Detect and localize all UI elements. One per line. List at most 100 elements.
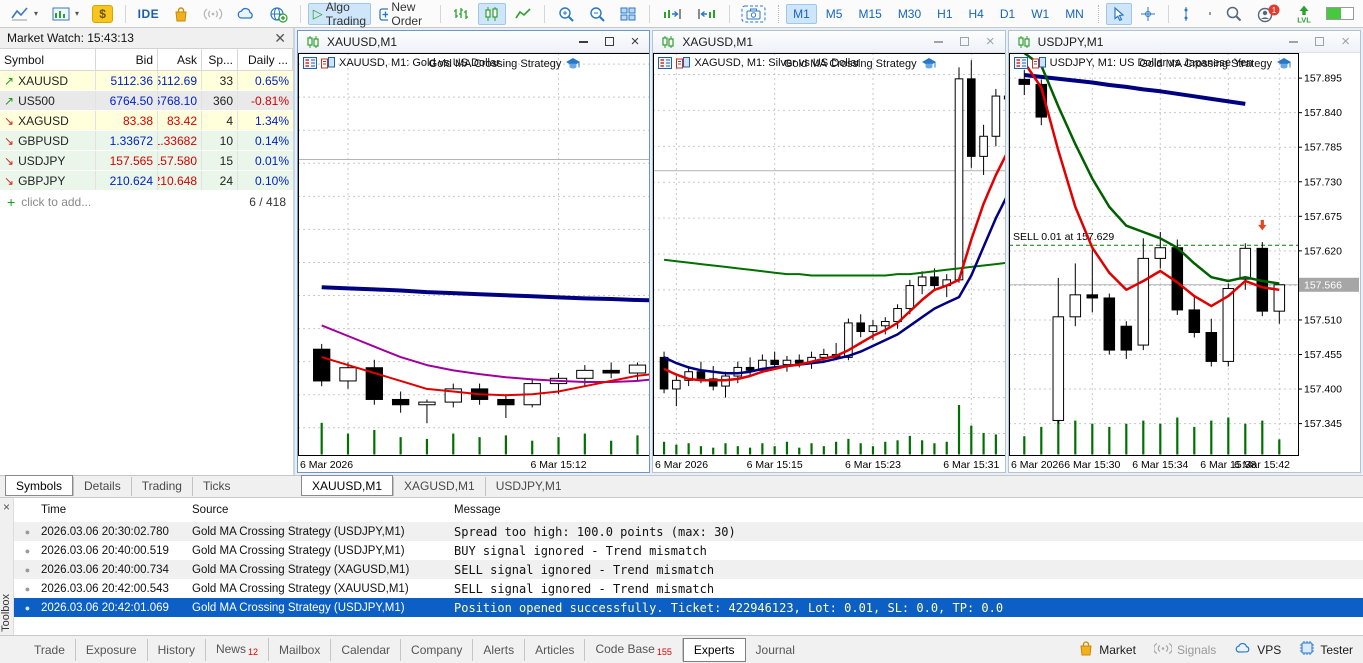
maximize-icon[interactable] [604, 37, 614, 46]
timeframe-m1[interactable]: M1 [786, 3, 817, 24]
chart-window-titlebar[interactable]: XAGUSD,M1 × [653, 31, 1005, 53]
algo-trading-button[interactable]: ▷ Algo Trading [307, 0, 372, 28]
column-header-source[interactable]: Source [192, 504, 454, 516]
payments-button[interactable]: $ [87, 3, 118, 25]
tab-ticks[interactable]: Ticks [191, 477, 241, 496]
market-watch-row-gbpusd[interactable]: ↘GBPUSD1.336721.33682100.14% [0, 131, 293, 151]
close-icon[interactable]: × [1341, 34, 1350, 49]
timeframe-mn[interactable]: MN [1058, 4, 1091, 24]
bottom-tab-code-base[interactable]: Code Base 155 [585, 638, 683, 661]
add-symbol-row[interactable]: + click to add... 6 / 418 [0, 191, 293, 212]
screenshot-button[interactable] [736, 3, 771, 25]
candlestick-mode-button[interactable] [478, 2, 507, 25]
auto-scroll-button[interactable] [691, 3, 722, 25]
status-tester[interactable]: Tester [1299, 640, 1353, 659]
bottom-tab-calendar[interactable]: Calendar [331, 638, 402, 661]
cloud-button[interactable] [231, 3, 261, 25]
market-watch-row-gbpjpy[interactable]: ↘GBPJPY210.624210.648240.10% [0, 171, 293, 191]
log-row[interactable]: ● 2026.03.06 20:30:02.780 Gold MA Crossing… [14, 522, 1363, 541]
log-row[interactable]: ● 2026.03.06 20:40:00.519 Gold MA Crossing… [14, 541, 1363, 560]
bottom-tab-articles[interactable]: Articles [525, 638, 586, 661]
log-row[interactable]: ● 2026.03.06 20:42:01.069 Gold MA Crossing… [14, 598, 1363, 617]
status-market[interactable]: Market [1078, 640, 1136, 659]
market-watch-row-xagusd[interactable]: ↘ XAGUSD 83.38 83.42 4 1.34% [0, 111, 293, 131]
line-chart-mode-button[interactable] [509, 3, 537, 25]
shift-end-button[interactable] [657, 3, 688, 25]
svg-text:157.510: 157.510 [1304, 314, 1342, 326]
tile-windows-icon [620, 7, 636, 20]
log-row[interactable]: ● 2026.03.06 20:40:00.734 Gold MA Crossing… [14, 560, 1363, 579]
column-header-symbol[interactable]: Symbol [0, 49, 96, 70]
status-vps[interactable]: VPS [1234, 641, 1281, 658]
chart-tab-xagusd-m1[interactable]: XAGUSD,M1 [393, 477, 485, 496]
zoom-in-button[interactable] [552, 3, 580, 25]
chart-window-titlebar[interactable]: XAUUSD,M1 × [298, 31, 650, 53]
tile-windows-button[interactable] [614, 3, 642, 25]
new-order-button[interactable]: New Order [374, 0, 433, 28]
close-icon[interactable]: × [631, 34, 640, 49]
bottom-tab-journal[interactable]: Journal [746, 639, 805, 661]
close-icon[interactable]: × [0, 501, 13, 513]
market-watch-row-xauusd[interactable]: ↗ XAUUSD 5112.36 5112.69 33 0.65% [0, 71, 293, 91]
signals-button[interactable] [198, 3, 228, 25]
bid-cell: 5112.36 [96, 71, 158, 90]
minimize-icon[interactable] [578, 40, 588, 43]
bar-chart-mode-button[interactable] [447, 3, 475, 25]
expert-advisor-icon [921, 58, 936, 69]
chart-tab-xauusd-m1[interactable]: XAUUSD,M1 [301, 475, 394, 496]
timeframe-w1[interactable]: W1 [1024, 4, 1056, 24]
market-watch-row-usdjpy[interactable]: ↘USDJPY157.565157.580150.01% [0, 151, 293, 171]
chart-type-dropdown[interactable]: ▾ [5, 3, 43, 25]
timeframe-m30[interactable]: M30 [891, 4, 928, 24]
zoom-out-button[interactable] [583, 3, 611, 25]
search-button[interactable] [1220, 3, 1247, 25]
column-header-bid[interactable]: Bid [96, 49, 158, 70]
bottom-tab-news[interactable]: News 12 [206, 638, 269, 661]
bottom-tab-mailbox[interactable]: Mailbox [269, 638, 332, 661]
notifications-button[interactable]: 1 [1250, 3, 1286, 25]
timeframe-m5[interactable]: M5 [819, 4, 850, 24]
bottom-tab-company[interactable]: Company [401, 638, 474, 661]
tab-symbols[interactable]: Symbols [5, 475, 74, 496]
indicators-dropdown[interactable]: ▾ [46, 3, 84, 25]
log-row[interactable]: ● 2026.03.06 20:42:00.543 Gold MA Crossing… [14, 579, 1363, 598]
market-store-button[interactable] [167, 3, 195, 25]
maximize-icon[interactable] [1315, 37, 1325, 46]
market-watch-row-us500[interactable]: ↗US5006764.506768.10360-0.81% [0, 91, 293, 111]
cursor-tool-button[interactable] [1105, 2, 1132, 25]
bottom-tab-history[interactable]: History [148, 638, 206, 661]
timeframe-h1[interactable]: H1 [930, 4, 959, 24]
bottom-tab-experts[interactable]: Experts [682, 637, 746, 662]
ide-button[interactable]: IDE [133, 3, 165, 25]
timeframe-h4[interactable]: H4 [962, 4, 991, 24]
price-chart-usdjpy-m1[interactable]: 6 Mar 2026 6 Mar 15:30 6 Mar 15:34 6 Mar 15… [1008, 53, 1360, 472]
column-header-ask[interactable]: Ask [158, 49, 202, 70]
timeframe-m15[interactable]: M15 [851, 4, 888, 24]
minimize-icon[interactable] [1289, 40, 1299, 43]
column-header-daily[interactable]: Daily ... [238, 49, 293, 70]
level-up-button[interactable]: LVL [1289, 3, 1319, 25]
tab-trading[interactable]: Trading [130, 477, 192, 496]
price-chart-xauusd-m1[interactable]: 6 Mar 20266 Mar 15:126 Mar 15:206 Mar 15… [298, 53, 650, 472]
price-chart-xagusd-m1[interactable]: 6 Mar 2026 6 Mar 15:15 6 Mar 15:23 6 Mar 15… [653, 53, 1005, 472]
timeframe-d1[interactable]: D1 [993, 4, 1022, 24]
chart-window-titlebar[interactable]: USDJPY,M1 × [1008, 31, 1360, 53]
vertical-line-tool-button[interactable] [1175, 3, 1197, 25]
column-header-message[interactable]: Message [454, 504, 1363, 516]
bottom-tab-alerts[interactable]: Alerts [473, 638, 526, 661]
tab-details[interactable]: Details [73, 477, 131, 496]
crosshair-tool-button[interactable] [1135, 3, 1161, 25]
web-community-button[interactable] [264, 3, 293, 25]
connection-meter[interactable] [1326, 7, 1354, 20]
column-header-time[interactable]: Time [41, 504, 192, 516]
chart-tab-usdjpy-m1[interactable]: USDJPY,M1 [484, 477, 572, 496]
close-icon[interactable]: ✕ [274, 31, 286, 45]
minimize-icon[interactable] [933, 40, 943, 43]
close-icon[interactable]: × [986, 34, 995, 49]
bottom-tab-trade[interactable]: Trade [24, 638, 76, 661]
daily-cell: -0.81% [250, 93, 289, 108]
column-header-spread[interactable]: Sp... [202, 49, 238, 70]
status-signals[interactable]: Signals [1153, 642, 1216, 658]
bottom-tab-exposure[interactable]: Exposure [76, 638, 148, 661]
maximize-icon[interactable] [959, 37, 969, 46]
